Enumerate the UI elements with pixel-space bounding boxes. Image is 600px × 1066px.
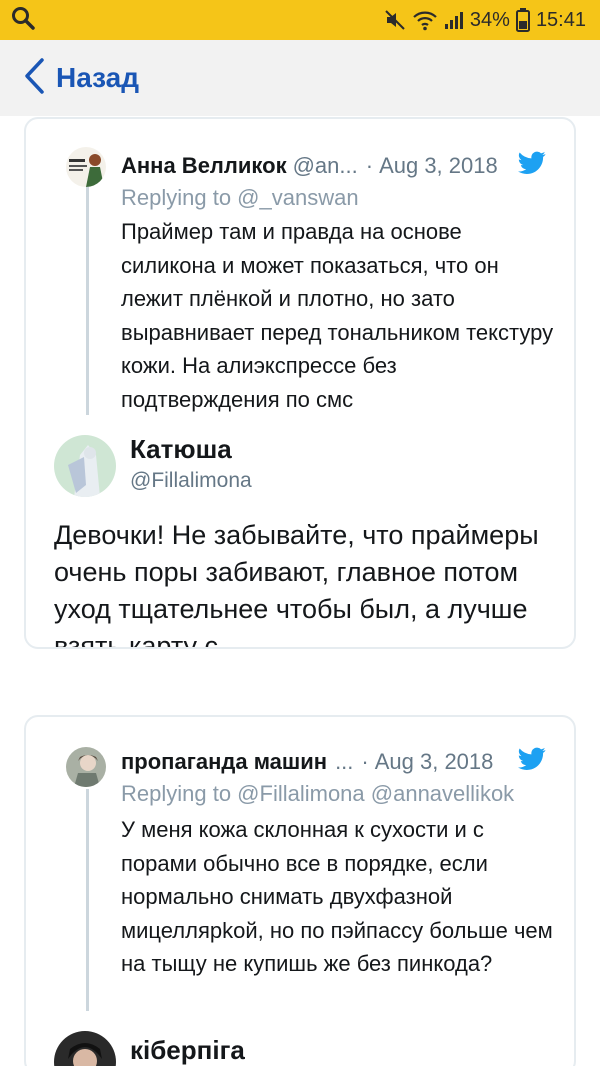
wifi-icon	[412, 9, 438, 31]
author-name[interactable]: кіберпіга	[130, 1035, 245, 1066]
separator: ·	[365, 153, 374, 178]
avatar[interactable]	[54, 435, 116, 497]
navigation-bar: Назад	[0, 40, 600, 116]
tweet-date[interactable]: Aug 3, 2018	[379, 153, 498, 179]
tweet-header: пропаганда машин ... · Aug 3, 2018	[121, 747, 546, 777]
replying-to[interactable]: Replying to @_vanswan	[121, 185, 359, 211]
tweet-text: Девочки! Не забывайте, что праймеры очен…	[54, 520, 539, 649]
author-name[interactable]: пропаганда машин	[121, 749, 327, 775]
tweet-text: У меня кожа склонная к сухости и с порам…	[121, 817, 553, 976]
name-truncation: ...	[335, 749, 354, 774]
thread-line	[86, 183, 89, 415]
search-icon[interactable]	[10, 5, 36, 36]
avatar[interactable]	[66, 147, 106, 187]
status-bar: 34% 15:41	[0, 0, 600, 40]
chevron-left-icon	[22, 57, 46, 100]
battery-percent: 34%	[469, 8, 510, 31]
twitter-bird-icon[interactable]	[518, 151, 546, 181]
avatar[interactable]	[66, 747, 106, 787]
replying-to[interactable]: Replying to @Fillalimona @annavellikok	[121, 781, 514, 807]
separator: ·	[361, 749, 369, 774]
avatar[interactable]	[54, 1031, 116, 1066]
author-handle[interactable]: @an...	[293, 153, 358, 179]
tweet-text: Праймер там и правда на основе силикона …	[121, 219, 554, 412]
tweet-date[interactable]: Aug 3, 2018	[375, 749, 494, 775]
signal-icon	[444, 10, 464, 30]
twitter-bird-icon[interactable]	[518, 747, 546, 777]
back-label: Назад	[56, 62, 140, 93]
author-name[interactable]: Катюша	[130, 434, 232, 465]
back-button[interactable]: Назад	[22, 57, 139, 100]
tweet-embed-card[interactable]: Анна Велликок @an... · Aug 3, 2018 Reply…	[24, 117, 576, 649]
thread-line	[86, 789, 89, 1011]
tweet-header: Анна Велликок @an... · Aug 3, 2018	[121, 151, 546, 181]
tweet-embed-card[interactable]: пропаганда машин ... · Aug 3, 2018 Reply…	[24, 715, 576, 1066]
mute-icon	[384, 9, 406, 31]
battery-icon	[515, 8, 530, 32]
author-name[interactable]: Анна Велликок	[121, 153, 287, 179]
clock: 15:41	[535, 8, 586, 31]
author-handle[interactable]: @Fillalimona	[130, 469, 252, 493]
